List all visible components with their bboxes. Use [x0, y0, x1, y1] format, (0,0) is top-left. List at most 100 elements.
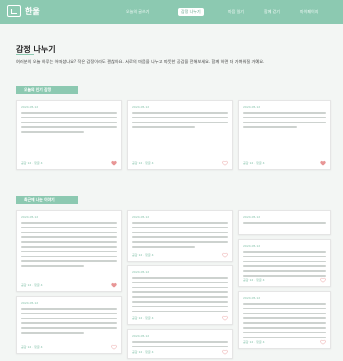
text-line — [243, 270, 326, 272]
text-line — [21, 121, 117, 124]
post-card[interactable]: 2024.05.12 공감 12 · 댓글 4 — [127, 100, 233, 170]
post-card[interactable]: 2024.05.12 공감 12 · 댓글 4 — [16, 296, 122, 354]
nav-item-1[interactable]: 오늘의 글쓰기 — [126, 9, 149, 15]
post-card[interactable]: 2024.05.12 공감 12 · 댓글 4 — [16, 210, 122, 292]
post-card[interactable]: 2024.05.12 공감 12 · 댓글 4 — [238, 239, 331, 287]
text-line — [243, 331, 326, 334]
logo-icon[interactable] — [7, 5, 21, 17]
brand-name[interactable]: 한울 — [25, 6, 40, 17]
text-line — [132, 305, 228, 308]
text-line — [243, 126, 298, 128]
text-line — [243, 265, 326, 267]
text-line — [243, 327, 326, 329]
post-likes: 공감 12 · 댓글 4 — [243, 278, 265, 282]
text-line — [21, 322, 117, 324]
post-card[interactable]: 2024.05.12 공감 12 · 댓글 4 — [127, 329, 233, 359]
heart-icon[interactable] — [320, 339, 326, 345]
heart-icon[interactable] — [222, 160, 228, 166]
page-intro: 여러분의 오늘 하루는 어떠셨나요? 작은 감정이라도 괜찮아요. 서로의 마음… — [16, 59, 265, 64]
section-recent: 최근에 나눈 이야기 — [16, 196, 78, 204]
text-line — [132, 341, 228, 343]
text-line — [132, 345, 228, 348]
text-line — [243, 312, 326, 315]
text-line — [21, 265, 84, 267]
text-line — [132, 296, 228, 298]
text-line — [21, 112, 117, 114]
text-line — [21, 332, 84, 334]
text-line — [243, 317, 326, 319]
text-line — [132, 226, 228, 229]
text-line — [132, 241, 228, 243]
text-line — [21, 317, 117, 320]
nav-item-5[interactable]: 마이페이지 — [300, 9, 318, 15]
text-line — [21, 241, 117, 243]
post-card[interactable]: 2024.05.12 — [238, 210, 331, 235]
text-line — [243, 336, 326, 339]
text-line — [132, 231, 228, 234]
text-line — [132, 277, 228, 279]
post-date: 2024.05.12 — [243, 105, 261, 109]
post-date: 2024.05.12 — [132, 215, 150, 219]
nav-item-2[interactable]: 감정 나누기 — [178, 8, 204, 16]
nav-item-4[interactable]: 함께 걷기 — [264, 9, 280, 15]
heart-icon[interactable] — [111, 344, 117, 350]
text-line — [21, 255, 117, 258]
text-line — [243, 322, 326, 324]
post-date: 2024.05.12 — [243, 296, 261, 300]
post-date: 2024.05.12 — [132, 334, 150, 338]
post-likes: 공감 12 · 댓글 4 — [21, 161, 43, 165]
text-line — [132, 222, 228, 224]
heart-icon[interactable] — [111, 282, 117, 288]
text-line — [243, 251, 326, 253]
heart-icon[interactable] — [222, 315, 228, 321]
post-card[interactable]: 2024.05.12 공감 12 · 댓글 4 — [238, 100, 331, 170]
text-line — [21, 308, 117, 310]
text-line — [21, 222, 117, 224]
heart-icon[interactable] — [320, 277, 326, 283]
text-line — [21, 327, 117, 329]
text-line — [243, 121, 326, 124]
text-line — [21, 260, 117, 262]
text-line — [132, 236, 228, 238]
text-line — [243, 307, 326, 310]
text-line — [21, 312, 117, 315]
post-likes: 공감 12 · 댓글 4 — [243, 161, 265, 165]
text-line — [132, 116, 228, 119]
text-line — [132, 291, 228, 293]
text-line — [243, 222, 326, 224]
text-line — [243, 303, 326, 305]
post-card[interactable]: 2024.05.12 공감 12 · 댓글 4 — [238, 291, 331, 349]
post-card[interactable]: 2024.05.12 공감 12 · 댓글 4 — [127, 265, 233, 325]
post-likes: 공감 12 · 댓글 4 — [132, 161, 154, 165]
post-date: 2024.05.12 — [21, 215, 39, 219]
heart-icon[interactable] — [111, 160, 117, 166]
text-line — [21, 131, 84, 133]
text-line — [21, 116, 117, 119]
text-line — [243, 112, 326, 114]
post-likes: 공감 12 · 댓글 4 — [21, 283, 43, 287]
text-line — [132, 286, 228, 289]
text-line — [243, 260, 326, 263]
text-line — [21, 231, 117, 234]
text-line — [21, 246, 117, 248]
heart-icon[interactable] — [320, 160, 326, 166]
text-line — [21, 250, 117, 253]
title-underline — [16, 54, 34, 55]
post-likes: 공감 12 · 댓글 4 — [132, 316, 154, 320]
section-popular: 오늘의 인기 감정 — [16, 86, 78, 94]
text-line — [132, 112, 228, 114]
post-date: 2024.05.12 — [21, 105, 39, 109]
heart-icon[interactable] — [222, 349, 228, 355]
post-card[interactable]: 2024.05.12 공감 12 · 댓글 4 — [16, 100, 122, 170]
post-card[interactable]: 2024.05.12 공감 12 · 댓글 4 — [127, 210, 233, 262]
text-line — [243, 275, 326, 277]
text-line — [132, 121, 228, 124]
nav-item-3[interactable]: 마음 일기 — [228, 9, 244, 15]
post-likes: 공감 12 · 댓글 4 — [132, 253, 154, 257]
text-line — [132, 246, 195, 248]
text-line — [132, 126, 195, 128]
text-line — [243, 116, 326, 119]
heart-icon[interactable] — [222, 252, 228, 258]
post-likes: 공감 12 · 댓글 4 — [21, 345, 43, 349]
text-line — [21, 226, 117, 229]
